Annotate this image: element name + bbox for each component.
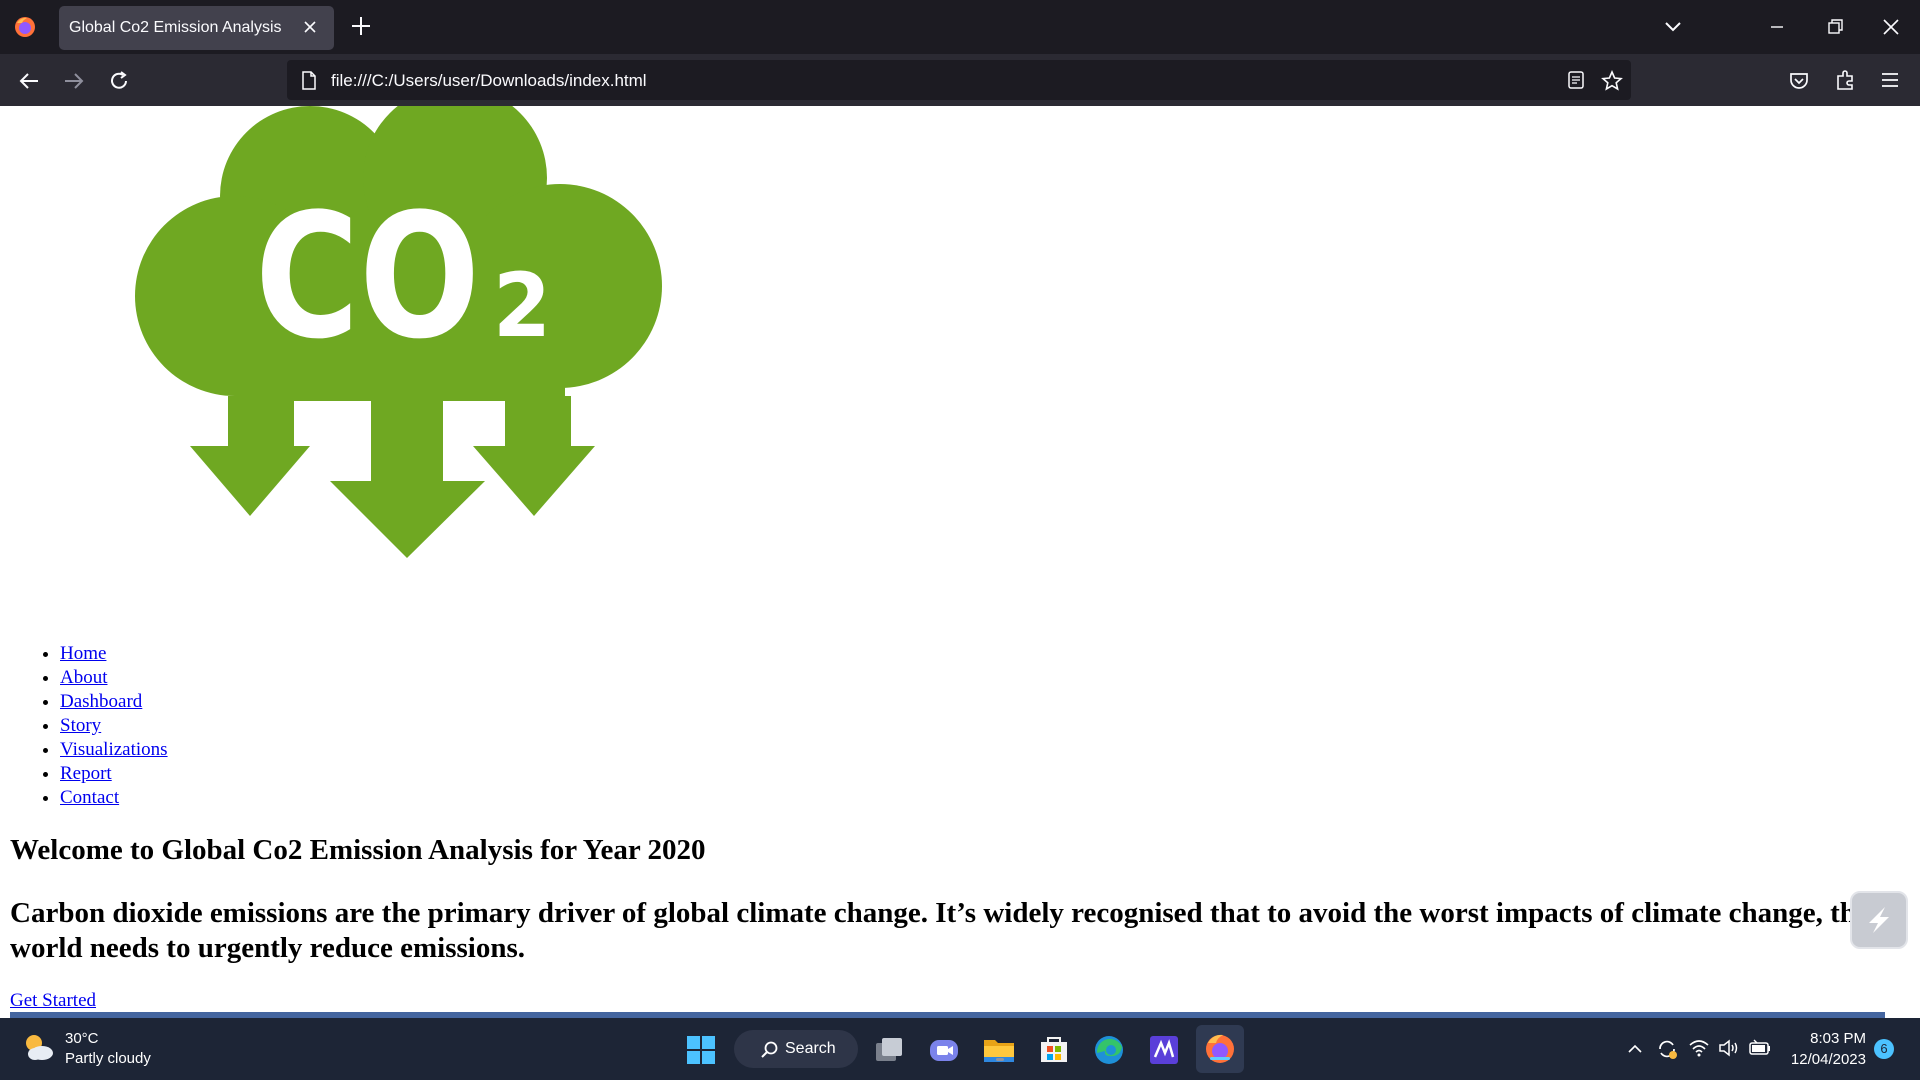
browser-nav-bar: file:///C:/Users/user/Downloads/index.ht…: [0, 54, 1920, 106]
reload-icon[interactable]: [108, 70, 130, 92]
description-text: Carbon dioxide emissions are the primary…: [10, 897, 1869, 964]
running-app-indicator: [996, 1058, 1004, 1061]
search-icon: [761, 1041, 778, 1058]
nav-item-story: Story: [60, 714, 168, 738]
browser-tab-strip: Global Co2 Emission Analysis: [0, 0, 1920, 54]
microsoft-store-icon[interactable]: [1035, 1031, 1073, 1069]
bookmark-star-icon[interactable]: [1601, 70, 1623, 92]
chevron-down-icon[interactable]: [1662, 16, 1684, 38]
taskbar-search-button[interactable]: Search: [734, 1030, 858, 1068]
new-tab-icon[interactable]: [350, 15, 372, 37]
windows-taskbar: 30°C Partly cloudy Search 8:03 PM 12/04/…: [0, 1018, 1920, 1080]
web-page: CO 2 Home About Dashboard Story Visualiz…: [0, 106, 1920, 1018]
chevron-up-icon[interactable]: [1626, 1040, 1644, 1058]
file-explorer-icon[interactable]: [980, 1031, 1018, 1069]
firefox-menu-icon[interactable]: [13, 15, 37, 39]
logo-subscript-text: 2: [493, 254, 551, 357]
teams-chat-icon[interactable]: [925, 1031, 963, 1069]
window-close-icon[interactable]: [1880, 16, 1902, 38]
minimize-icon[interactable]: [1766, 16, 1788, 38]
browser-tab-active[interactable]: Global Co2 Emission Analysis: [59, 6, 334, 50]
visual-studio-icon[interactable]: [1145, 1031, 1183, 1069]
get-started-link[interactable]: Get Started: [10, 990, 96, 1012]
site-nav: Home About Dashboard Story Visualization…: [10, 642, 168, 810]
restore-icon[interactable]: [1824, 16, 1846, 38]
nav-link-contact[interactable]: Contact: [60, 787, 119, 808]
nav-link-home[interactable]: Home: [60, 643, 106, 664]
partly-cloudy-icon[interactable]: [22, 1032, 56, 1062]
extensions-puzzle-icon[interactable]: [1834, 68, 1858, 92]
url-text[interactable]: file:///C:/Users/user/Downloads/index.ht…: [331, 71, 647, 91]
close-tab-icon[interactable]: [301, 18, 319, 36]
welcome-heading: Welcome to Global Co2 Emission Analysis …: [10, 834, 706, 866]
nav-item-report: Report: [60, 762, 168, 786]
logo-co-text: CO: [255, 176, 480, 377]
address-bar[interactable]: file:///C:/Users/user/Downloads/index.ht…: [287, 60, 1631, 100]
nav-item-visualizations: Visualizations: [60, 738, 168, 762]
hamburger-menu-icon[interactable]: [1880, 71, 1900, 89]
back-arrow-icon[interactable]: [18, 70, 40, 92]
weather-condition[interactable]: Partly cloudy: [65, 1050, 151, 1067]
windows-start-icon[interactable]: [686, 1035, 716, 1065]
lightning-icon: [1869, 907, 1889, 933]
weather-temperature[interactable]: 30°C: [65, 1030, 99, 1047]
floating-assistant-button[interactable]: [1850, 891, 1908, 949]
reader-view-icon[interactable]: [1567, 71, 1585, 89]
firefox-icon: [1206, 1034, 1234, 1063]
pocket-icon[interactable]: [1788, 70, 1810, 92]
active-app-indicator: [1210, 1057, 1230, 1060]
nav-link-about[interactable]: About: [60, 667, 108, 688]
nav-item-home: Home: [60, 642, 168, 666]
nav-item-contact: Contact: [60, 786, 168, 810]
nav-link-report[interactable]: Report: [60, 763, 112, 784]
volume-icon[interactable]: [1718, 1038, 1740, 1058]
edge-browser-icon[interactable]: [1090, 1031, 1128, 1069]
page-icon: [301, 71, 317, 90]
nav-item-about: About: [60, 666, 168, 690]
sync-icon[interactable]: [1655, 1037, 1679, 1061]
nav-link-story[interactable]: Story: [60, 715, 101, 736]
clock-date[interactable]: 12/04/2023: [1782, 1051, 1866, 1068]
search-label: Search: [785, 1040, 836, 1057]
forward-arrow-icon[interactable]: [63, 70, 85, 92]
wifi-icon[interactable]: [1688, 1038, 1710, 1058]
nav-link-visualizations[interactable]: Visualizations: [60, 739, 168, 760]
nav-link-dashboard[interactable]: Dashboard: [60, 691, 142, 712]
battery-charging-icon[interactable]: [1748, 1038, 1772, 1058]
taskbar-firefox-active[interactable]: [1196, 1025, 1244, 1073]
notification-badge[interactable]: 6: [1874, 1039, 1894, 1059]
clock-time[interactable]: 8:03 PM: [1790, 1030, 1866, 1047]
co2-cloud-logo: CO 2: [95, 106, 695, 566]
nav-item-dashboard: Dashboard: [60, 690, 168, 714]
task-view-icon[interactable]: [870, 1031, 908, 1069]
tab-title: Global Co2 Emission Analysis: [69, 19, 282, 36]
